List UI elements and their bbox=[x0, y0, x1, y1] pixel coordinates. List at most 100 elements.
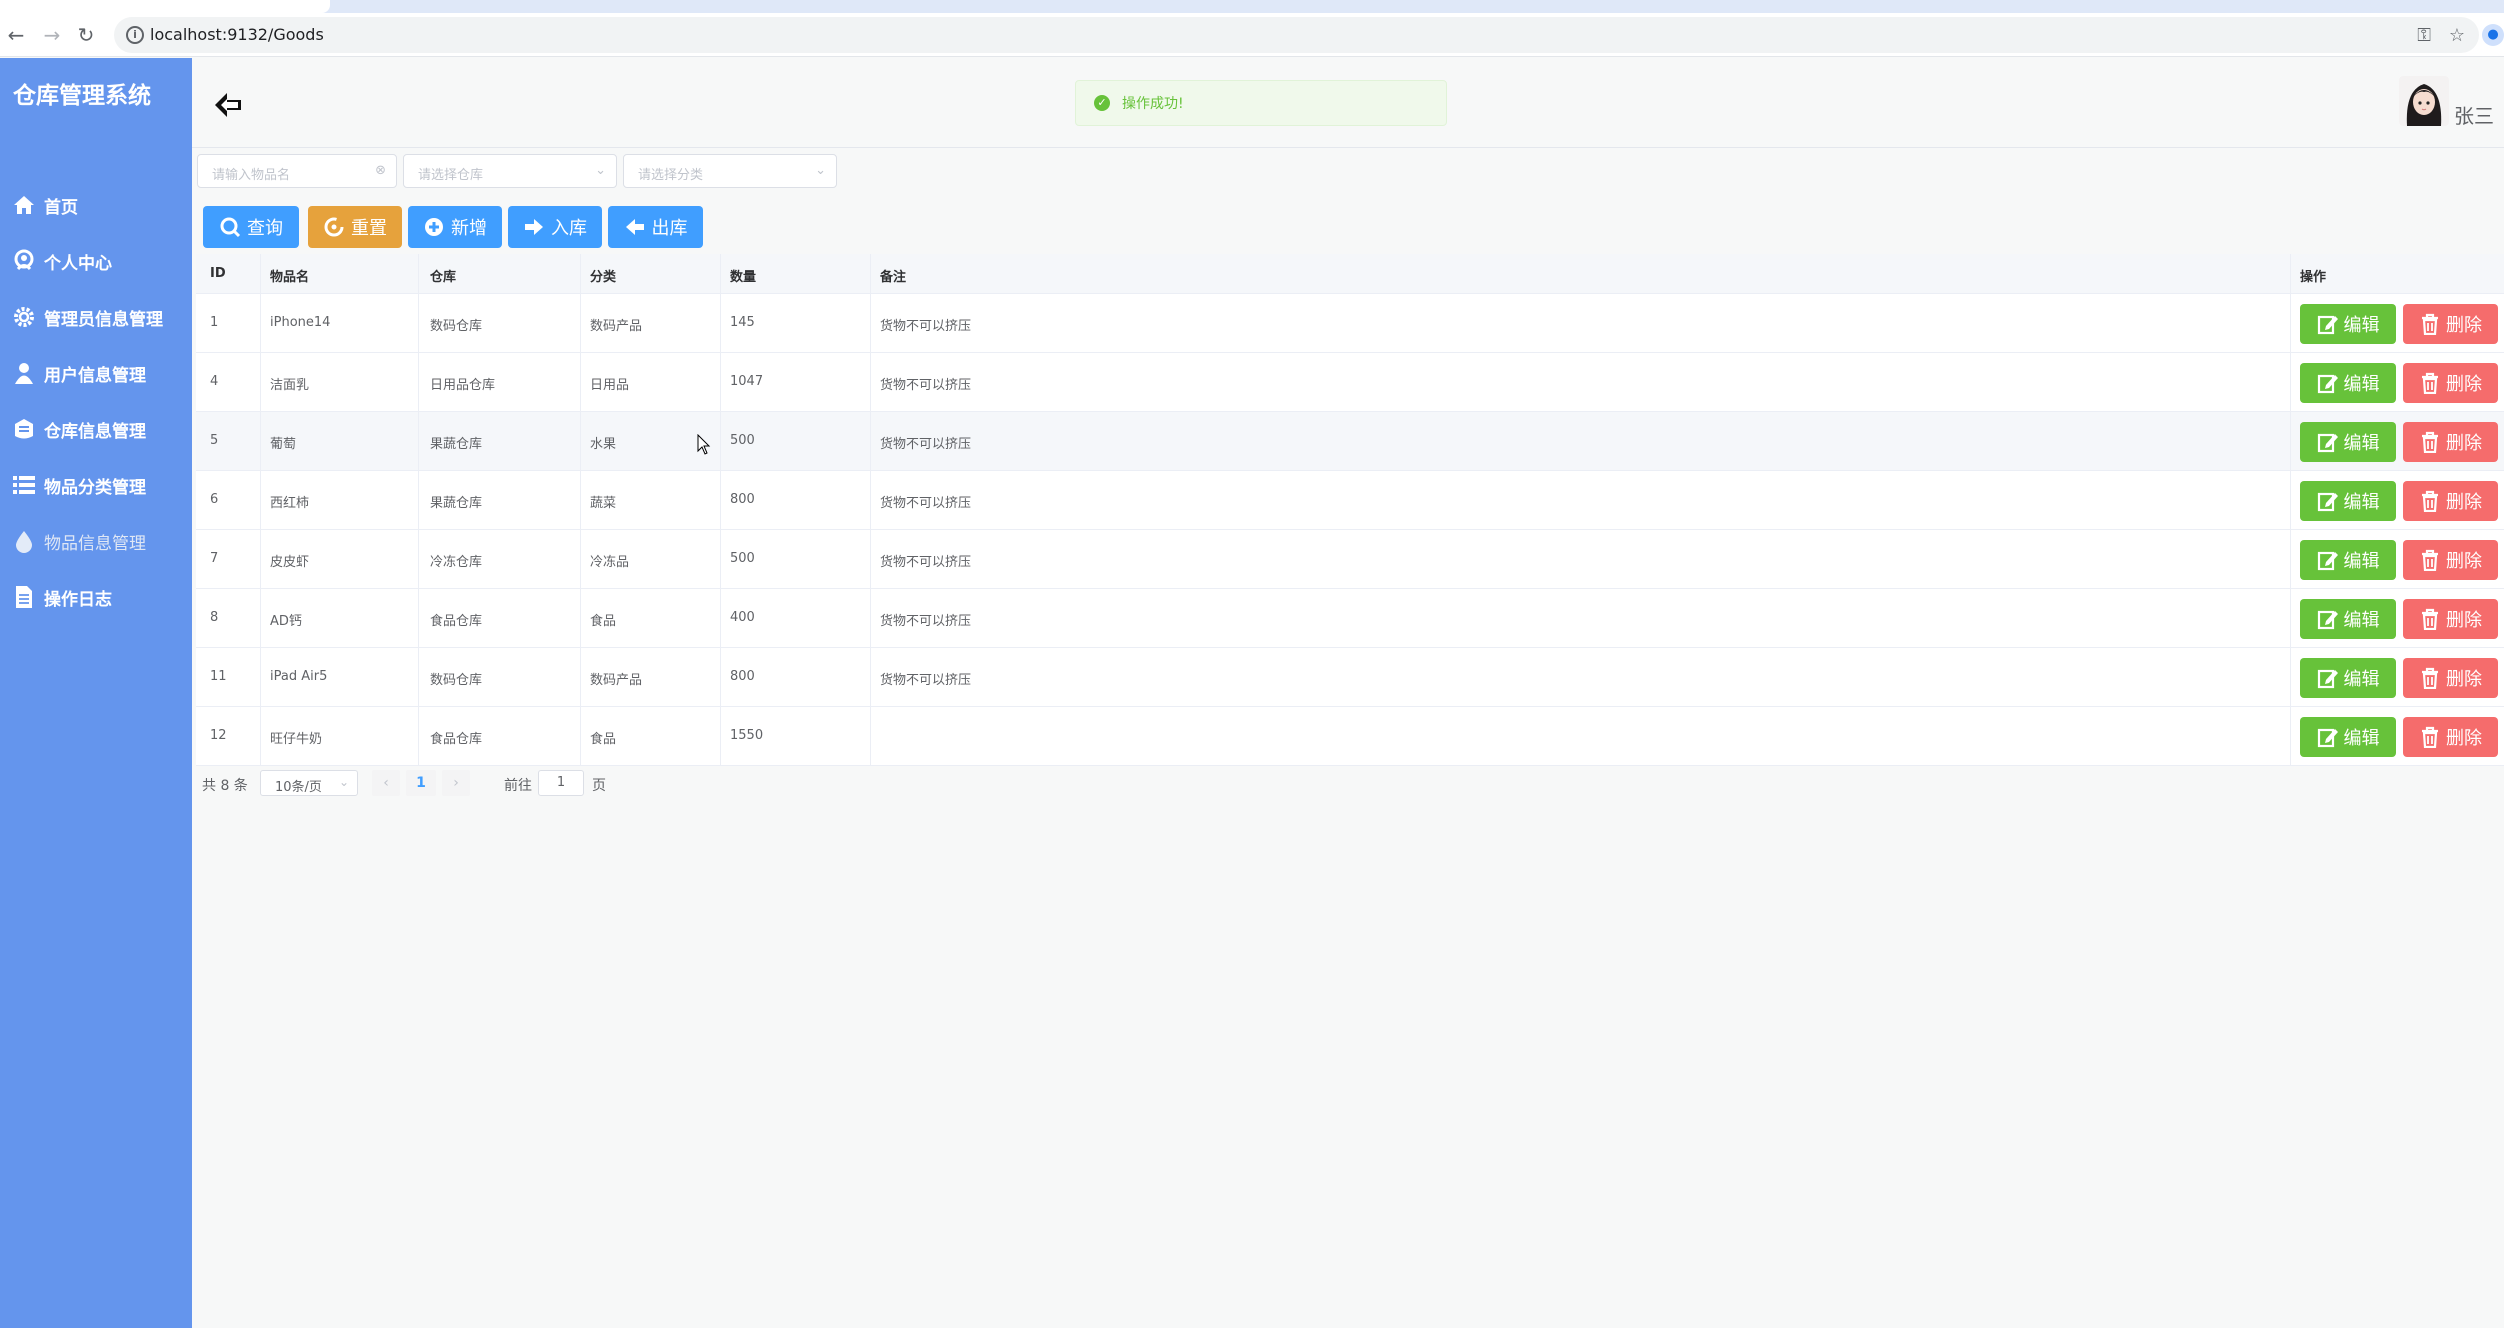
goto-label: 前往 bbox=[504, 778, 532, 794]
edit-button[interactable]: 编辑 bbox=[2300, 540, 2396, 580]
collapse-back-icon[interactable] bbox=[212, 88, 246, 122]
delete-button[interactable]: 删除 bbox=[2403, 599, 2498, 639]
cell-category: 食品 bbox=[590, 614, 617, 629]
reset-button[interactable]: 重置 bbox=[308, 206, 402, 248]
prev-page-button[interactable]: ‹ bbox=[372, 770, 400, 796]
cell-remark: 货物不可以挤压 bbox=[880, 437, 972, 452]
table-row[interactable]: 4 洁面乳 日用品仓库 日用品 1047 货物不可以挤压 编辑 删除 bbox=[196, 353, 2504, 412]
delete-button[interactable]: 删除 bbox=[2403, 363, 2498, 403]
url-text[interactable]: localhost:9132/Goods bbox=[150, 25, 324, 44]
username[interactable]: 张三 bbox=[2454, 100, 2494, 129]
edit-icon bbox=[2317, 433, 2338, 453]
trash-icon bbox=[2422, 667, 2438, 689]
sidebar-item-log[interactable]: 操作日志 bbox=[0, 569, 192, 625]
query-button[interactable]: 查询 bbox=[203, 206, 299, 248]
cell-count: 1550 bbox=[730, 728, 764, 743]
goods-table: ID 物品名 仓库 分类 数量 备注 操作 1 iPhone14 数码仓库 数码产品 1… bbox=[196, 254, 2504, 766]
category-select-placeholder: 请选择分类 bbox=[638, 168, 704, 183]
stock-out-button[interactable]: 出库 bbox=[608, 206, 703, 248]
table-row[interactable]: 7 皮皮虾 冷冻仓库 冷冻品 500 货物不可以挤压 编辑 删除 bbox=[196, 530, 2504, 589]
page-size-select[interactable]: 10条/页 ⌄ bbox=[260, 770, 358, 796]
cell-count: 1047 bbox=[730, 374, 764, 389]
table-row[interactable]: 12 旺仔牛奶 食品仓库 食品 1550 编辑 删除 bbox=[196, 707, 2504, 766]
trash-icon bbox=[2422, 608, 2438, 630]
sidebar-item-profile[interactable]: 个人中心 bbox=[0, 233, 192, 289]
edit-button[interactable]: 编辑 bbox=[2300, 422, 2396, 462]
stock-in-button-label: 入库 bbox=[551, 218, 587, 239]
site-info-icon[interactable]: i bbox=[126, 26, 144, 44]
edit-button[interactable]: 编辑 bbox=[2300, 481, 2396, 521]
browser-active-tab[interactable] bbox=[0, 0, 330, 13]
profile-icon[interactable]: ● bbox=[2482, 24, 2504, 46]
edit-button[interactable]: 编辑 bbox=[2300, 363, 2396, 403]
table-row[interactable]: 1 iPhone14 数码仓库 数码产品 145 货物不可以挤压 编辑 删除 bbox=[196, 294, 2504, 353]
delete-button[interactable]: 删除 bbox=[2403, 717, 2498, 757]
edit-button[interactable]: 编辑 bbox=[2300, 717, 2396, 757]
add-button[interactable]: 新增 bbox=[408, 206, 502, 248]
warehouse-select[interactable]: 请选择仓库 ⌄ bbox=[403, 154, 617, 188]
delete-button-label: 删除 bbox=[2446, 728, 2482, 749]
avatar[interactable] bbox=[2399, 76, 2449, 126]
sidebar-item-label: 管理员信息管理 bbox=[44, 309, 163, 330]
delete-button[interactable]: 删除 bbox=[2403, 481, 2498, 521]
goto-page-input[interactable]: 1 bbox=[538, 770, 584, 796]
column-divider bbox=[418, 254, 419, 766]
category-select[interactable]: 请选择分类 ⌄ bbox=[623, 154, 837, 188]
forward-nav-icon[interactable]: → bbox=[40, 23, 64, 47]
table-header: ID 物品名 仓库 分类 数量 备注 操作 bbox=[196, 254, 2504, 294]
table-row[interactable]: 6 西红柿 果蔬仓库 蔬菜 800 货物不可以挤压 编辑 删除 bbox=[196, 471, 2504, 530]
table-row[interactable]: 5 葡萄 果蔬仓库 水果 500 货物不可以挤压 编辑 删除 bbox=[196, 412, 2504, 471]
delete-button[interactable]: 删除 bbox=[2403, 540, 2498, 580]
url-bar[interactable]: i localhost:9132/Goods ⚿ ☆ bbox=[114, 17, 2479, 53]
delete-button-label: 删除 bbox=[2446, 551, 2482, 572]
browser-tab-strip bbox=[0, 0, 2504, 13]
browser-address-bar: ← → ↻ i localhost:9132/Goods ⚿ ☆ ● bbox=[0, 13, 2504, 57]
add-icon bbox=[425, 218, 443, 236]
cell-count: 500 bbox=[730, 433, 755, 448]
cell-remark: 货物不可以挤压 bbox=[880, 496, 972, 511]
table-row[interactable]: 11 iPad Air5 数码仓库 数码产品 800 货物不可以挤压 编辑 删除 bbox=[196, 648, 2504, 707]
cell-warehouse: 数码仓库 bbox=[430, 673, 483, 688]
edit-button[interactable]: 编辑 bbox=[2300, 658, 2396, 698]
chevron-down-icon: ⌄ bbox=[815, 163, 826, 178]
cell-name: iPhone14 bbox=[270, 315, 331, 330]
reload-icon[interactable]: ↻ bbox=[74, 23, 98, 47]
back-nav-icon[interactable]: ← bbox=[4, 23, 28, 47]
page-number-current[interactable]: 1 bbox=[406, 770, 436, 796]
sidebar-item-users[interactable]: 用户信息管理 bbox=[0, 345, 192, 401]
sidebar-item-category[interactable]: 物品分类管理 bbox=[0, 457, 192, 513]
user-icon bbox=[15, 363, 33, 384]
delete-button[interactable]: 删除 bbox=[2403, 304, 2498, 344]
cell-name: 旺仔牛奶 bbox=[270, 732, 323, 747]
bookmark-star-icon[interactable]: ☆ bbox=[2449, 25, 2465, 46]
edit-button-label: 编辑 bbox=[2343, 551, 2380, 572]
drop-icon bbox=[16, 531, 32, 553]
cell-remark: 货物不可以挤压 bbox=[880, 319, 972, 334]
cell-name: 洁面乳 bbox=[270, 378, 310, 393]
column-header-name: 物品名 bbox=[270, 270, 310, 285]
sidebar-item-warehouse[interactable]: 仓库信息管理 bbox=[0, 401, 192, 457]
cell-id: 5 bbox=[210, 433, 219, 448]
edit-button[interactable]: 编辑 bbox=[2300, 599, 2396, 639]
edit-button[interactable]: 编辑 bbox=[2300, 304, 2396, 344]
cell-category: 食品 bbox=[590, 732, 617, 747]
home-icon bbox=[14, 196, 34, 214]
toast-message: 操作成功! bbox=[1122, 96, 1184, 112]
clear-input-icon[interactable]: ⊗ bbox=[375, 163, 386, 178]
sidebar-item-home[interactable]: 首页 bbox=[0, 177, 192, 233]
sidebar-item-admin[interactable]: 管理员信息管理 bbox=[0, 289, 192, 345]
table-row[interactable]: 8 AD钙 食品仓库 食品 400 货物不可以挤压 编辑 删除 bbox=[196, 589, 2504, 648]
password-key-icon[interactable]: ⚿ bbox=[2417, 25, 2431, 46]
cell-name: 葡萄 bbox=[270, 437, 297, 452]
goods-name-input[interactable]: 请输入物品名 ⊗ bbox=[197, 154, 397, 188]
column-divider bbox=[260, 254, 261, 766]
delete-button[interactable]: 删除 bbox=[2403, 658, 2498, 698]
sidebar-item-goods[interactable]: 物品信息管理 bbox=[0, 513, 192, 569]
edit-icon bbox=[2317, 315, 2338, 335]
chevron-down-icon: ⌄ bbox=[595, 163, 606, 178]
next-page-button[interactable]: › bbox=[442, 770, 470, 796]
column-header-category: 分类 bbox=[590, 270, 617, 285]
stock-in-button[interactable]: 入库 bbox=[508, 206, 602, 248]
page-suffix: 页 bbox=[592, 778, 606, 794]
delete-button[interactable]: 删除 bbox=[2403, 422, 2498, 462]
